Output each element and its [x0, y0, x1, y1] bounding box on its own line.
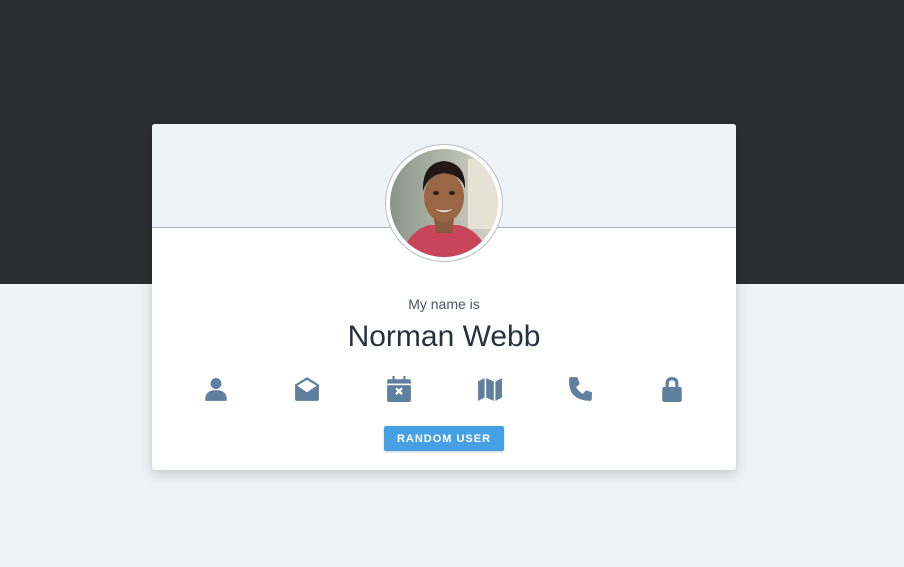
calendar-times-icon[interactable]	[382, 372, 416, 406]
lock-icon[interactable]	[655, 372, 689, 406]
info-icon-row	[152, 372, 736, 406]
phone-icon[interactable]	[564, 372, 598, 406]
user-name: Norman Webb	[347, 320, 541, 353]
envelope-open-icon[interactable]	[290, 372, 324, 406]
random-user-button[interactable]: RANDOM USER	[384, 426, 504, 451]
intro-label: My name is	[408, 296, 480, 312]
avatar-frame	[385, 144, 503, 262]
avatar	[390, 149, 498, 257]
user-icon[interactable]	[199, 372, 233, 406]
user-card: My name is Norman Webb RANDOM USER	[152, 124, 736, 470]
map-icon[interactable]	[473, 372, 507, 406]
